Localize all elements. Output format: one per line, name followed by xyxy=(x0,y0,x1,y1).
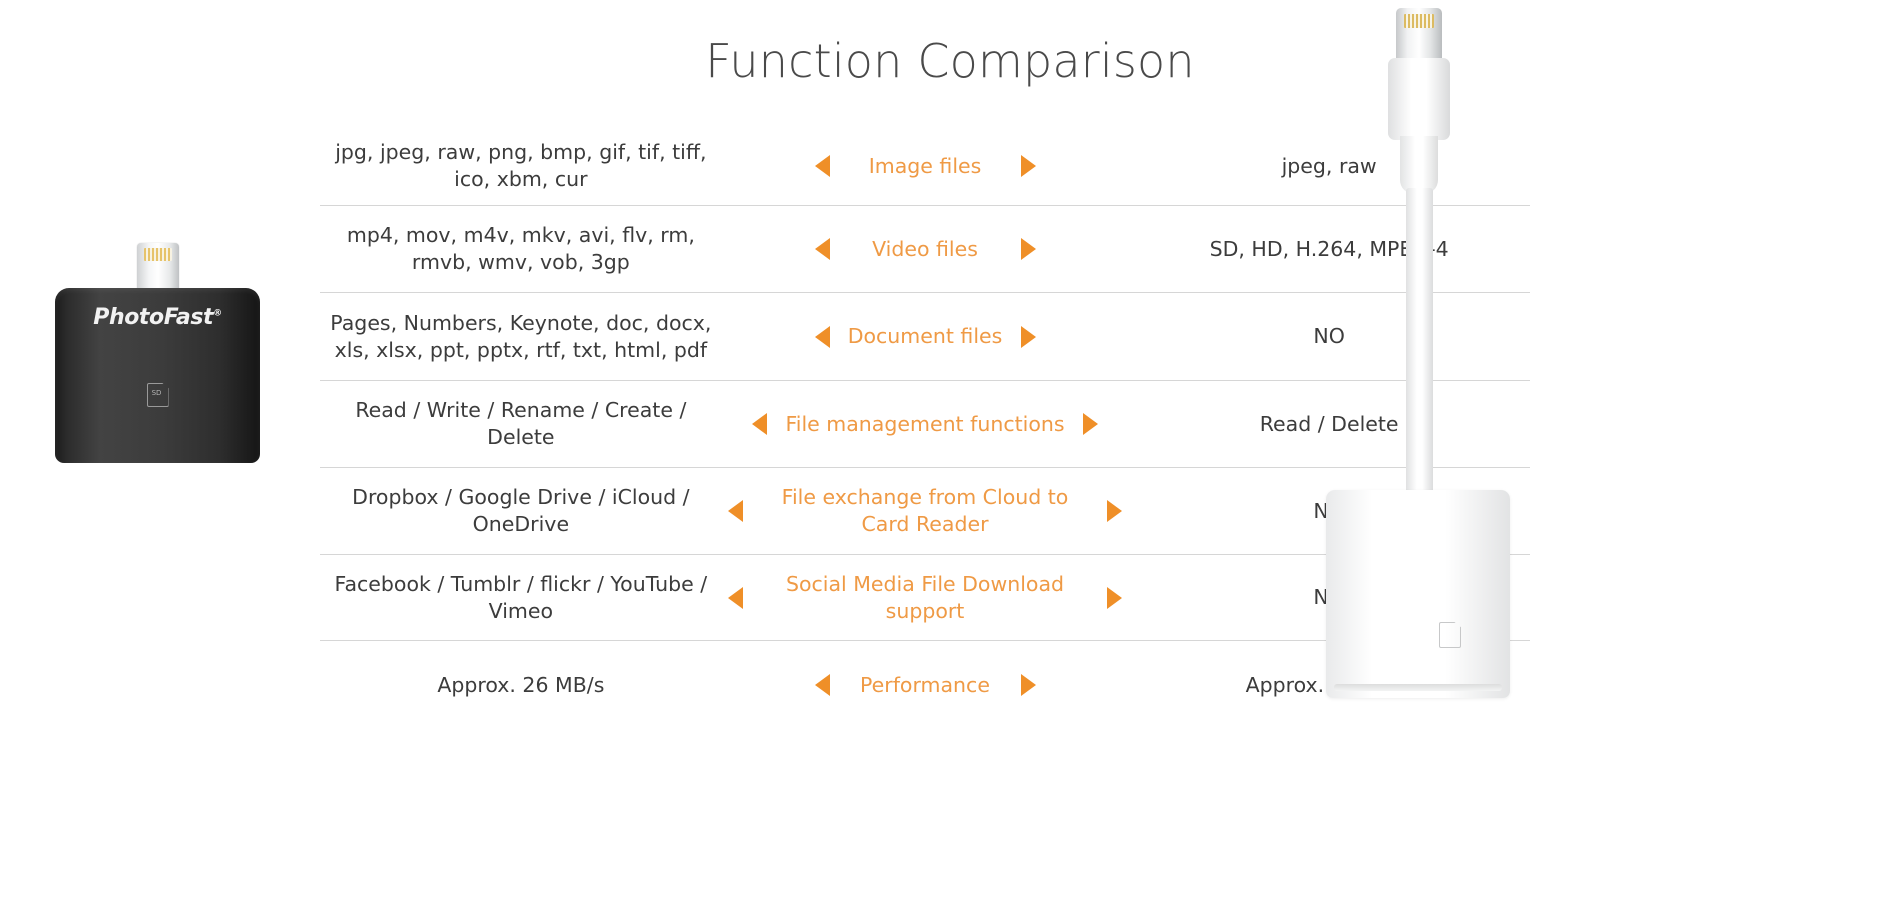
arrow-right-icon xyxy=(1020,674,1036,696)
page-title: Function Comparison xyxy=(705,34,1195,88)
row-feature-label: Image files xyxy=(868,153,982,178)
row-feature-cell: Video files xyxy=(722,236,1129,263)
arrow-left-icon xyxy=(727,500,743,522)
arrow-right-icon xyxy=(1107,500,1123,522)
row-feature-label: Document files xyxy=(847,324,1003,348)
row-feature-label: Performance xyxy=(860,672,990,697)
row-feature-cell: Performance xyxy=(722,672,1129,699)
cable xyxy=(1406,188,1433,498)
card-slot-opening xyxy=(1334,684,1502,691)
photofast-brand-text: PhotoFast xyxy=(93,305,214,330)
row-left-value: Read / Write / Rename / Create / Delete xyxy=(355,398,687,449)
sd-card-slot-icon xyxy=(1439,622,1461,648)
strain-relief xyxy=(1400,136,1438,194)
arrow-right-icon xyxy=(1082,413,1098,435)
arrow-right-icon xyxy=(1020,325,1036,348)
row-feature-cell: File management functions xyxy=(722,411,1129,438)
row-left-value: Facebook / Tumblr / flickr / YouTube / V… xyxy=(334,571,708,623)
connector-housing xyxy=(1388,58,1450,140)
arrow-right-icon xyxy=(1107,586,1123,609)
row-left-value: jpg, jpeg, raw, png, bmp, gif, tif, tiff… xyxy=(335,140,707,191)
row-left-value: Approx. 26 MB/s xyxy=(437,672,605,697)
row-left-value: Dropbox / Google Drive / iCloud / OneDri… xyxy=(352,485,690,536)
arrow-left-icon xyxy=(814,238,830,260)
row-left-value: mp4, mov, m4v, mkv, avi, flv, rm, rmvb, … xyxy=(346,223,695,274)
arrow-left-icon xyxy=(814,155,830,177)
row-feature-label: Social Media File Download support xyxy=(785,571,1065,623)
photofast-logo: PhotoFast® xyxy=(55,305,260,330)
apple-sd-card-reader-image xyxy=(1320,8,1580,698)
arrow-left-icon xyxy=(814,325,830,348)
arrow-left-icon xyxy=(752,413,768,435)
lightning-connector-icon xyxy=(1396,8,1442,64)
arrow-right-icon xyxy=(1020,238,1036,260)
row-feature-label: Video files xyxy=(872,236,978,261)
arrow-left-icon xyxy=(814,674,830,696)
card-reader-body xyxy=(1326,490,1510,698)
arrow-right-icon xyxy=(1020,155,1036,177)
row-left-value: Pages, Numbers, Keynote, doc, docx, xls,… xyxy=(330,310,712,362)
row-feature-cell: Social Media File Download support xyxy=(722,571,1129,625)
arrow-left-icon xyxy=(727,586,743,609)
row-feature-label: File management functions xyxy=(785,411,1065,436)
row-feature-cell: File exchange from Cloud to Card Reader xyxy=(722,484,1129,538)
sd-slot-label: SD xyxy=(151,389,162,397)
row-feature-cell: Image files xyxy=(722,153,1129,180)
trademark-symbol: ® xyxy=(213,308,222,319)
photofast-reader-image: PhotoFast® SD xyxy=(55,243,260,463)
row-feature-label: File exchange from Cloud to Card Reader xyxy=(781,485,1069,536)
row-feature-cell: Document files xyxy=(722,323,1129,350)
